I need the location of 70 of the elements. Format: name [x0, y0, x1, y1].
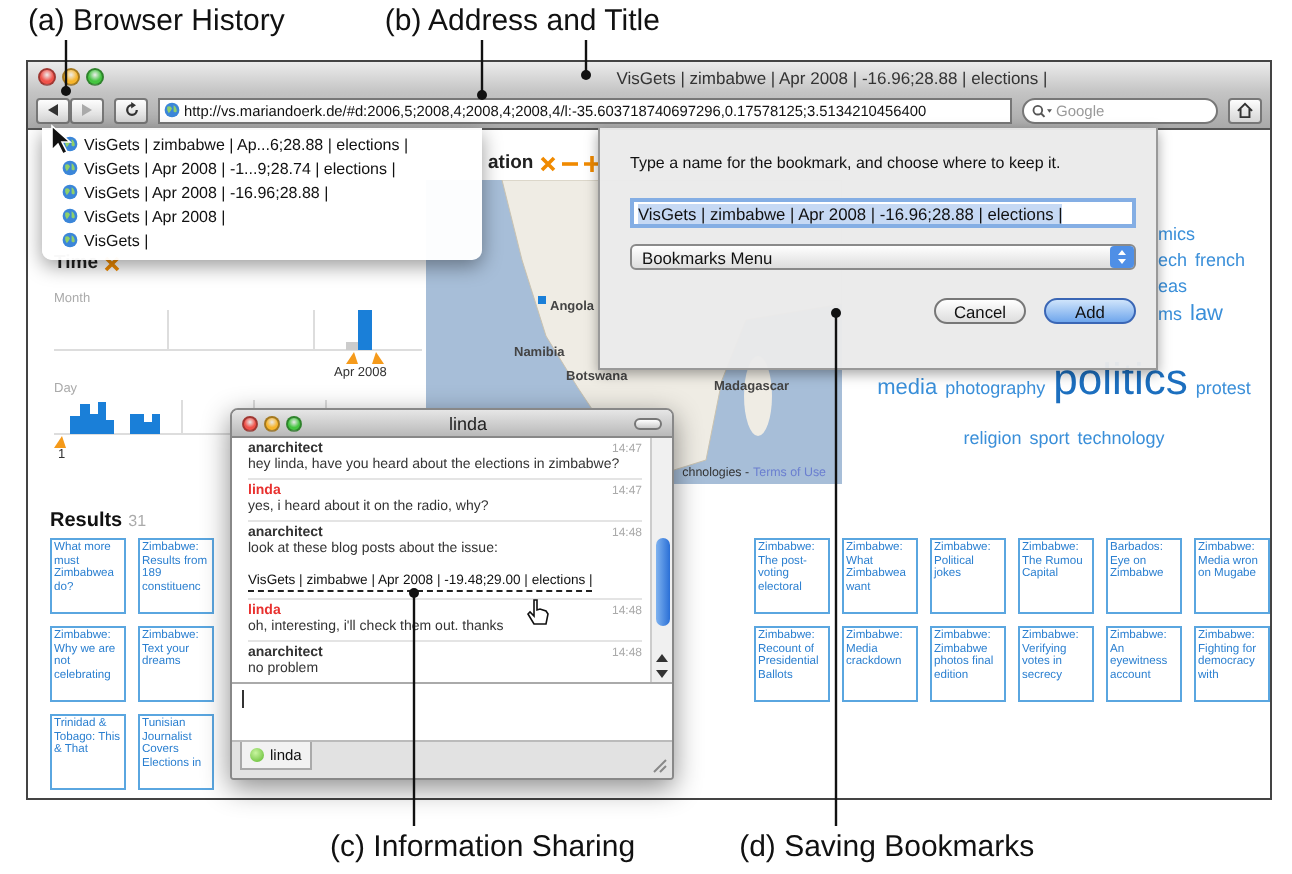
results-count: 31 [128, 512, 147, 530]
globe-icon [164, 102, 180, 118]
bookmark-name-field[interactable]: VisGets | zimbabwe | Apr 2008 | -16.96;28.88 | elections | [630, 198, 1136, 228]
history-item-label: VisGets | Apr 2008 | -16.96;28.88 | [84, 183, 329, 201]
tag-link[interactable]: sport [1029, 430, 1070, 448]
tag-link[interactable]: french [1195, 252, 1246, 270]
globe-icon [62, 160, 78, 176]
search-icon [1032, 103, 1052, 117]
window-title: VisGets | zimbabwe | Apr 2008 | -16.96;28.88 | elections | [614, 67, 1050, 87]
panel-title: ation [488, 152, 534, 174]
history-item-label: VisGets | [84, 231, 149, 249]
status-dot [250, 748, 264, 762]
scroll-thumb[interactable] [656, 538, 670, 626]
message-input[interactable] [232, 682, 672, 740]
callout-label: (b) Address and Title [384, 4, 660, 42]
callout-label: (c) Information Sharing [330, 830, 636, 866]
tag-link[interactable]: mics [1158, 226, 1195, 244]
hand-cursor-icon [526, 598, 550, 626]
home-icon [1236, 102, 1254, 118]
close-button[interactable] [38, 68, 56, 86]
toolbar-toggle-button[interactable] [634, 417, 662, 429]
globe-icon [62, 208, 78, 224]
leader-line [60, 40, 72, 96]
history-item-label: VisGets | Apr 2008 | [84, 207, 226, 225]
history-item-label: VisGets | zimbabwe | Ap...6;28.88 | elections | [84, 135, 409, 153]
reload-button[interactable] [114, 97, 148, 123]
history-item[interactable]: VisGets | [42, 228, 482, 252]
scrollbar[interactable] [650, 438, 672, 682]
zoom-button[interactable] [86, 68, 104, 86]
tag-link[interactable]: politics [1053, 358, 1188, 402]
dialog-prompt: Type a name for the bookmark, and choose where to keep it. [630, 154, 1063, 172]
globe-icon [62, 232, 78, 248]
chat-title: linda [446, 413, 489, 433]
back-arrow-icon [48, 104, 58, 116]
tag-link[interactable]: ech [1158, 252, 1188, 270]
globe-icon [62, 184, 78, 200]
forward-arrow-icon [82, 104, 92, 116]
close-button[interactable] [242, 415, 258, 431]
zoom-in-icon[interactable] [583, 155, 600, 171]
callout-label: (d) Saving Bookmarks [739, 830, 1035, 866]
back-button[interactable] [36, 97, 70, 123]
close-icon[interactable] [539, 155, 556, 171]
folder-select[interactable]: Bookmarks Menu [630, 244, 1136, 270]
forward-button[interactable] [70, 97, 104, 123]
callout-label: (a) Browser History [28, 4, 285, 42]
tag-link[interactable]: technology [1077, 430, 1165, 448]
history-item[interactable]: VisGets | Apr 2008 | [42, 204, 482, 228]
home-button[interactable] [1228, 97, 1262, 123]
tag-link[interactable]: photography [945, 380, 1046, 398]
resize-grip-icon[interactable] [652, 758, 668, 774]
dialog-button[interactable]: Add [1044, 298, 1136, 324]
tag-link[interactable]: religion [963, 430, 1022, 448]
zoom-button[interactable] [286, 415, 302, 431]
close-icon[interactable] [104, 255, 121, 271]
results-title: Results [50, 510, 123, 532]
leader-line [476, 40, 488, 100]
history-item[interactable]: VisGets | Apr 2008 | -1...9;28.74 | elections | [42, 156, 482, 180]
tag-link[interactable]: eas [1158, 278, 1188, 296]
history-item-label: VisGets | Apr 2008 | -1...9;28.74 | elections | [84, 159, 396, 177]
dialog-button[interactable]: Cancel [934, 298, 1026, 324]
tag-link[interactable]: protest [1195, 380, 1251, 398]
tag-link[interactable]: media [877, 378, 938, 400]
scroll-up-icon[interactable] [652, 650, 672, 666]
reload-icon [123, 102, 139, 118]
tag-link[interactable]: law [1190, 304, 1224, 326]
history-item[interactable]: VisGets | Apr 2008 | -16.96;28.88 | [42, 180, 482, 204]
leader-line [580, 40, 592, 80]
tag-link[interactable]: ms [1158, 306, 1182, 324]
stepper-icon [1110, 246, 1134, 268]
panel-title: Time [54, 252, 99, 274]
